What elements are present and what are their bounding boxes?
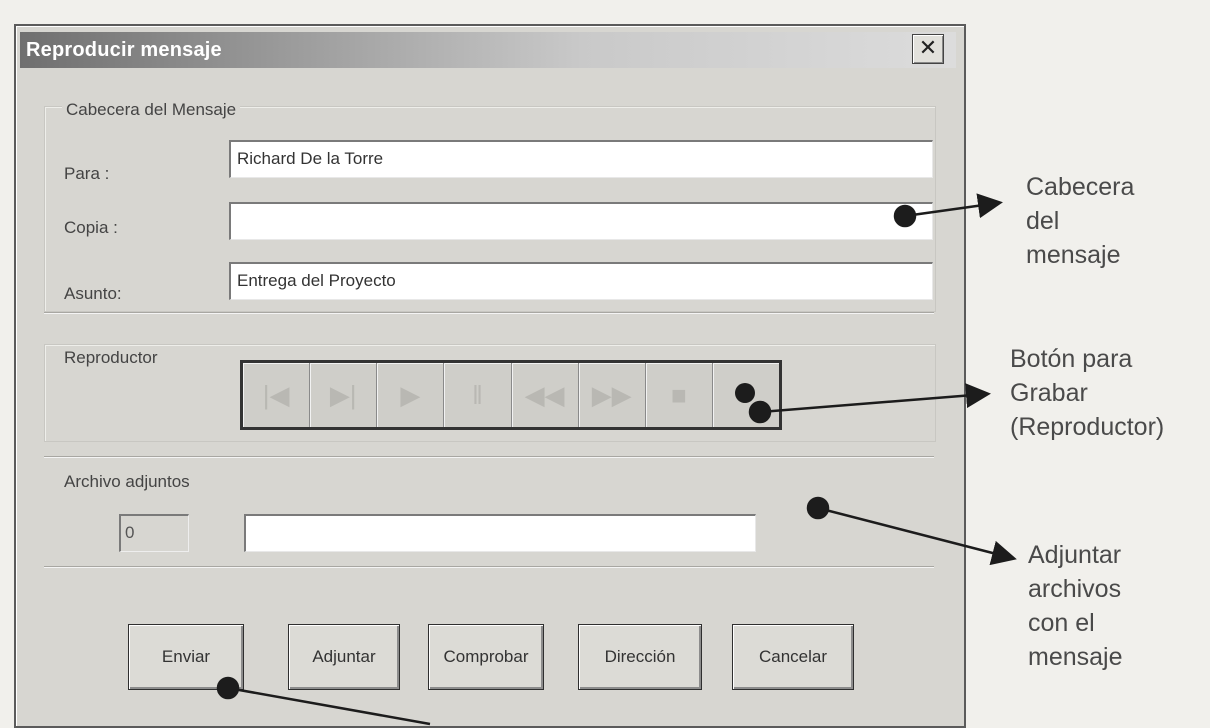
attach-arrow — [817, 506, 1017, 566]
send-arrow — [227, 686, 431, 726]
header-arrow — [904, 193, 1003, 219]
record-arrow — [759, 383, 991, 414]
annotation-arrows — [216, 193, 1017, 726]
